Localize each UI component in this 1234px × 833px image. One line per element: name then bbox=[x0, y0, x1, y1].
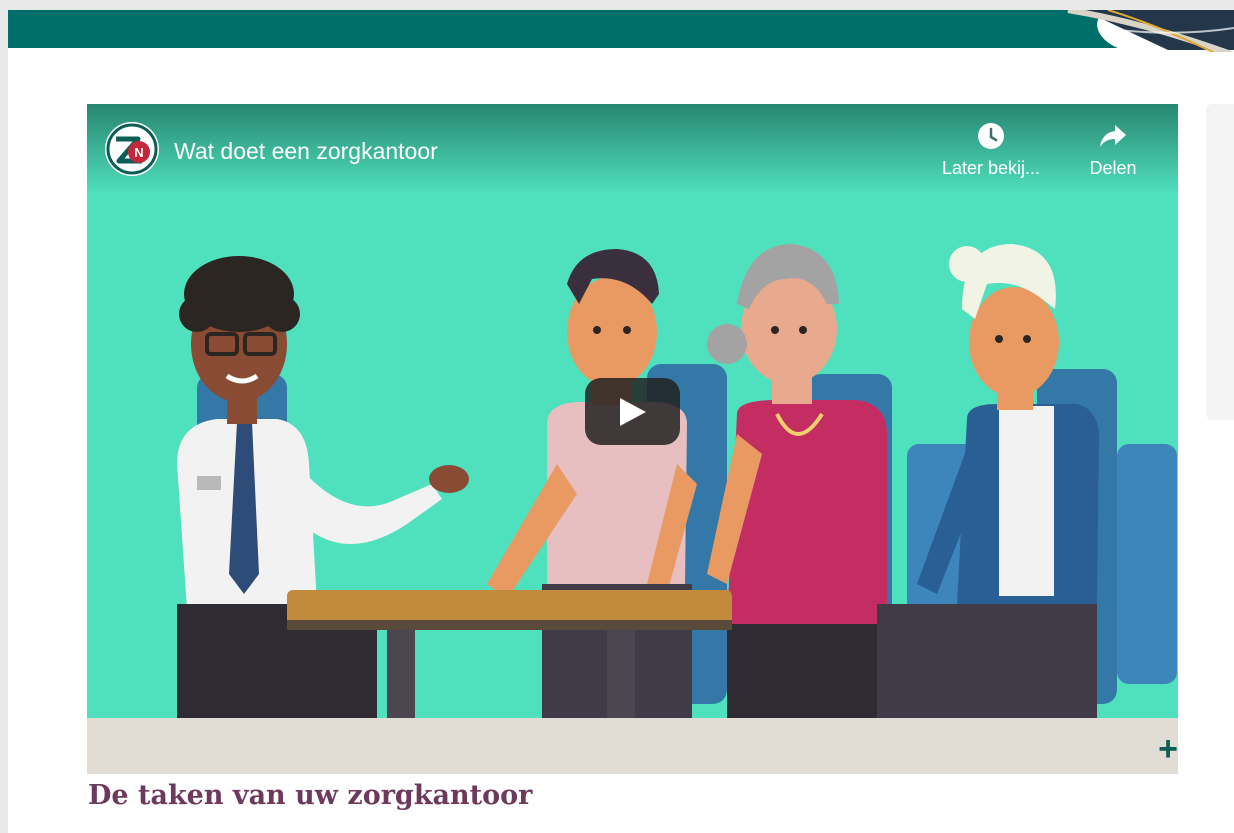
video-player[interactable]: N Wat doet een zorgkantoor Later bekij..… bbox=[87, 104, 1178, 718]
play-icon bbox=[620, 398, 646, 426]
clock-icon bbox=[978, 123, 1004, 149]
side-card bbox=[1206, 104, 1234, 420]
page: N Wat doet een zorgkantoor Later bekij..… bbox=[8, 10, 1234, 833]
top-banner bbox=[8, 10, 1234, 52]
play-button[interactable] bbox=[585, 378, 680, 445]
watch-later-label: Later bekij... bbox=[941, 158, 1041, 178]
expand-bar: + bbox=[87, 718, 1178, 774]
watch-later-button[interactable]: Later bekij... bbox=[936, 122, 1046, 179]
plus-icon[interactable]: + bbox=[1158, 732, 1178, 766]
section-heading: De taken van uw zorgkantoor bbox=[88, 780, 533, 811]
share-button[interactable]: Delen bbox=[1077, 122, 1149, 179]
zn-logo-icon[interactable]: N bbox=[105, 122, 159, 176]
svg-text:N: N bbox=[134, 145, 143, 160]
video-title[interactable]: Wat doet een zorgkantoor bbox=[174, 138, 438, 165]
share-arrow-icon bbox=[1100, 125, 1126, 147]
share-label: Delen bbox=[1089, 158, 1137, 178]
